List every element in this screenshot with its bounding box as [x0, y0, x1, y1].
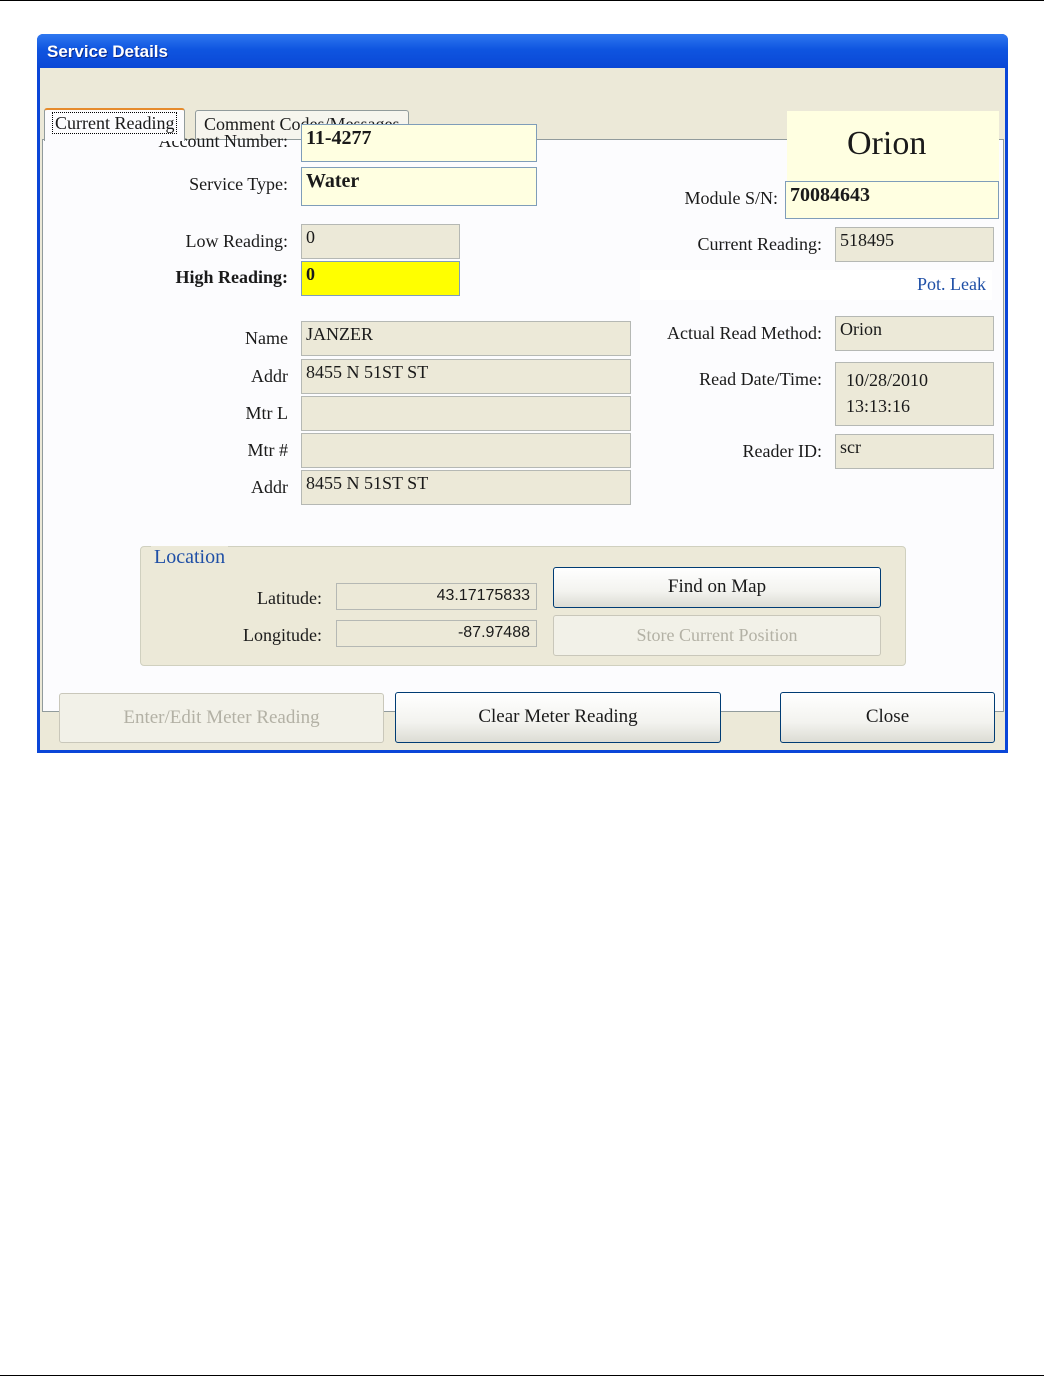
service-type-field[interactable]: Water: [301, 167, 537, 206]
find-on-map-button[interactable]: Find on Map: [553, 567, 881, 608]
current-reading-label: Current Reading:: [697, 234, 822, 254]
read-time: 13:13:16: [846, 396, 911, 416]
mtr-l-field: [301, 396, 631, 431]
store-current-position-button[interactable]: Store Current Position: [553, 615, 881, 656]
brand-name: Orion: [847, 125, 927, 162]
account-number-field[interactable]: 11-4277: [301, 124, 537, 162]
close-label: Close: [865, 706, 910, 727]
window-title: Service Details: [47, 42, 168, 61]
reader-id-label: Reader ID:: [742, 441, 822, 461]
current-reading-field: 518495: [835, 227, 994, 262]
bottom-page-rule: [0, 1375, 1044, 1376]
alert-strip: Pot. Leak: [640, 270, 992, 300]
clear-meter-reading-button[interactable]: Clear Meter Reading: [395, 692, 721, 743]
low-reading-label: Low Reading:: [185, 231, 288, 251]
addr-2-field: 8455 N 51ST ST: [301, 470, 631, 505]
service-type-label: Service Type:: [189, 174, 288, 194]
latitude-field: 43.17175833: [336, 583, 537, 610]
addr-field: 8455 N 51ST ST: [301, 359, 631, 394]
high-reading-label: High Reading:: [175, 267, 288, 287]
enter-edit-meter-reading-label: Enter/Edit Meter Reading: [123, 707, 320, 728]
mtr-number-field: [301, 433, 631, 468]
actual-read-method-label: Actual Read Method:: [667, 323, 822, 343]
longitude-field: -87.97488: [336, 620, 537, 647]
location-title: Location: [151, 546, 229, 569]
module-sn-label: Module S/N:: [684, 188, 778, 208]
close-button[interactable]: Close: [780, 692, 995, 743]
pot-leak-alert: Pot. Leak: [917, 274, 986, 294]
name-field: JANZER: [301, 321, 631, 356]
enter-edit-meter-reading-button[interactable]: Enter/Edit Meter Reading: [59, 693, 384, 743]
mtr-number-label: Mtr #: [247, 440, 289, 460]
low-reading-field: 0: [301, 224, 460, 259]
addr-2-label: Addr: [251, 477, 288, 497]
high-reading-field[interactable]: 0: [301, 261, 460, 296]
module-sn-field[interactable]: 70084643: [785, 181, 999, 219]
title-bar[interactable]: Service Details: [37, 34, 1008, 68]
reader-id-field: scr: [835, 434, 994, 469]
mtr-l-label: Mtr L: [245, 403, 289, 423]
tab-current-reading-label: Current Reading: [51, 112, 178, 134]
find-on-map-label: Find on Map: [667, 576, 767, 597]
actual-read-method-field: Orion: [835, 316, 994, 351]
top-page-rule: [0, 0, 1044, 1]
longitude-label: Longitude:: [243, 625, 322, 645]
read-date: 10/28/2010: [846, 370, 929, 390]
name-label: Name: [245, 328, 288, 348]
clear-meter-reading-label: Clear Meter Reading: [478, 706, 638, 727]
addr-label: Addr: [251, 366, 288, 386]
read-date-time-label: Read Date/Time:: [699, 369, 822, 389]
latitude-label: Latitude:: [257, 588, 322, 608]
tab-current-reading[interactable]: Current Reading: [44, 108, 186, 141]
store-current-position-label: Store Current Position: [636, 625, 798, 645]
read-date-time-field: 10/28/2010 13:13:16: [835, 362, 994, 426]
